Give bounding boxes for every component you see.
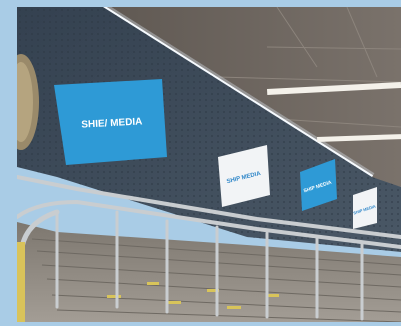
edge-strip <box>17 242 25 322</box>
subway-stairway-photo: SHIE/ MEDIA SHIP MEDIA SHIP MEDIA SHIP M… <box>17 7 401 322</box>
poster-1: SHIE/ MEDIA <box>54 79 167 165</box>
image-frame: SHIE/ MEDIA SHIP MEDIA SHIP MEDIA SHIP M… <box>0 0 401 326</box>
